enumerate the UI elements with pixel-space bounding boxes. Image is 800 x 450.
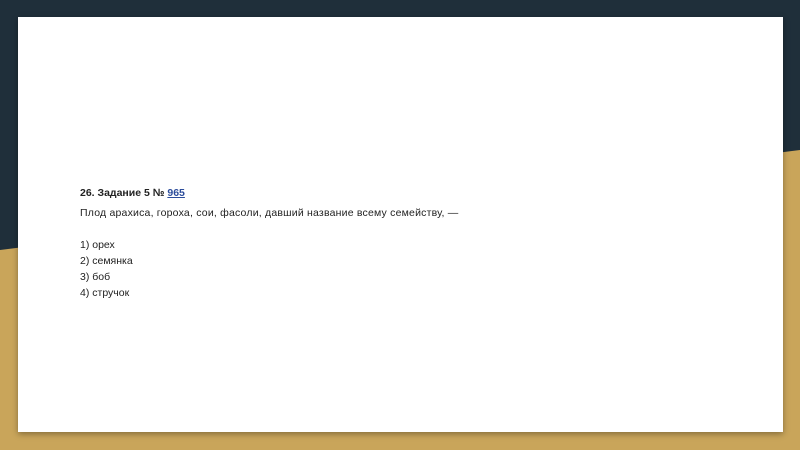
answer-option-4: 4) стручок (80, 287, 130, 299)
answer-option-1: 1) орех (80, 239, 115, 251)
task-question: Плод арахиса, гороха, сои, фасоли, давши… (80, 207, 459, 219)
task-content: 26. Задание 5 № 965 Плод арахиса, гороха… (80, 185, 720, 301)
answer-option-3: 3) боб (80, 271, 111, 283)
task-heading-prefix: 26. Задание 5 № (80, 187, 168, 199)
answer-options: 1) орех 2) семянка 3) боб 4) стручок (80, 237, 720, 301)
task-heading: 26. Задание 5 № 965 (80, 185, 720, 201)
slide-card: 26. Задание 5 № 965 Плод арахиса, гороха… (18, 17, 783, 432)
answer-option-2: 2) семянка (80, 255, 133, 267)
task-number-link[interactable]: 965 (167, 187, 185, 199)
